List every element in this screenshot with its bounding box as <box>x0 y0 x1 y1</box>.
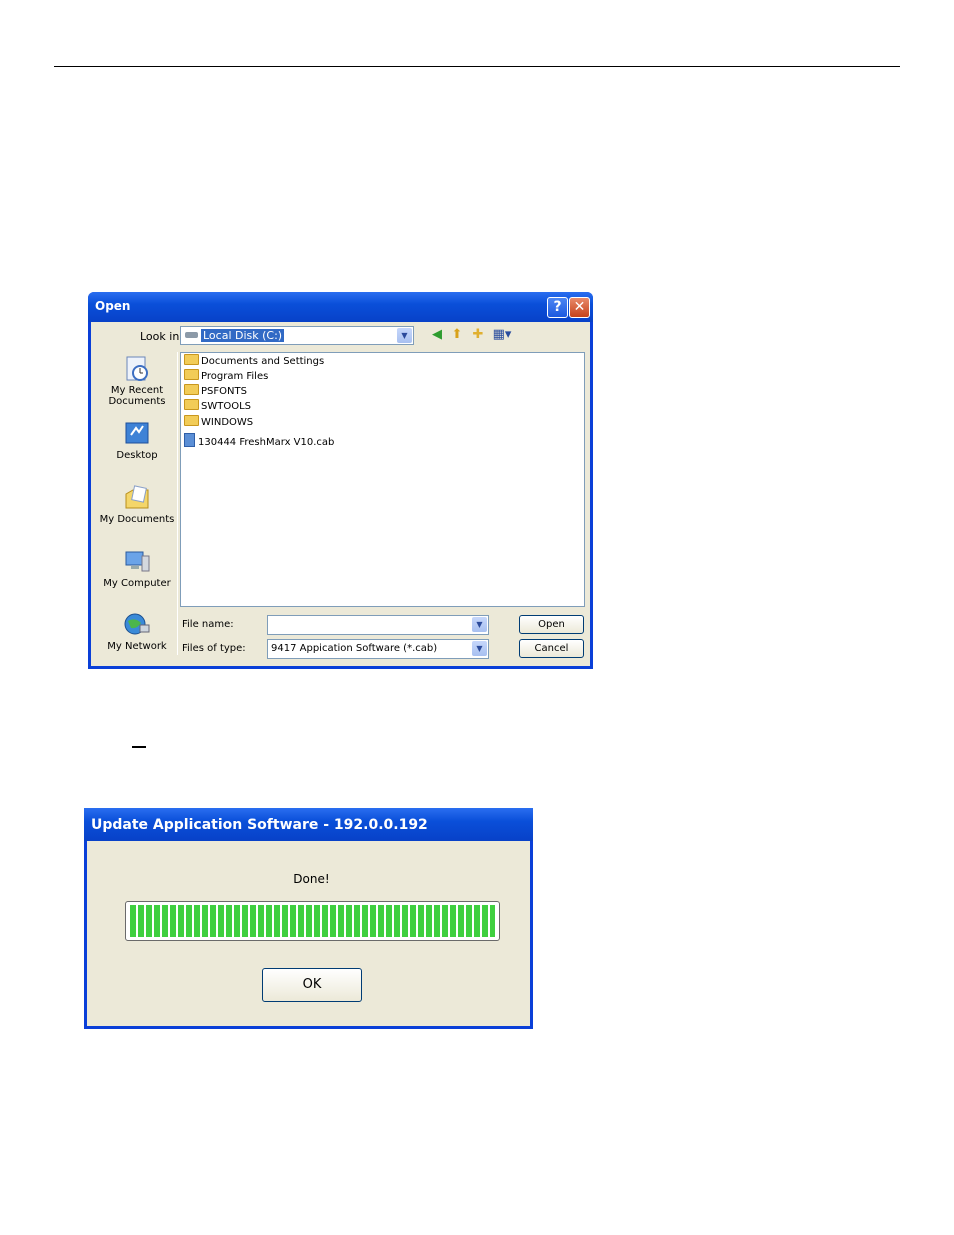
place-label: Desktop <box>116 450 158 461</box>
update-dialog-titlebar[interactable]: Update Application Software - 192.0.0.19… <box>84 808 533 841</box>
files-of-type-select[interactable]: 9417 Appication Software (*.cab) ▼ <box>267 639 489 659</box>
file-name: Program Files <box>201 371 269 382</box>
cab-file-icon <box>184 433 195 447</box>
files-of-type-label: Files of type: <box>182 643 246 654</box>
help-button[interactable]: ? <box>547 297 568 318</box>
update-dialog-title: Update Application Software - 192.0.0.19… <box>91 817 428 833</box>
list-item[interactable]: PSFONTS <box>184 384 247 399</box>
file-name: PSFONTS <box>201 386 247 397</box>
look-in-dropdown[interactable]: Local Disk (C:) ▼ <box>180 326 414 345</box>
place-my-computer[interactable]: My Computer <box>97 548 177 589</box>
open-file-dialog: Open ? ✕ Look in: Local Disk (C:) ▼ ◀ ⬆ … <box>88 292 593 669</box>
update-dialog: Done! OK <box>84 808 533 1029</box>
file-name: WINDOWS <box>201 417 254 428</box>
chevron-down-icon[interactable]: ▼ <box>472 641 487 656</box>
file-name: SWTOOLS <box>201 401 252 412</box>
folder-icon <box>184 354 199 365</box>
local-disk-icon <box>185 332 198 338</box>
file-name: 130444 FreshMarx V10.cab <box>198 437 335 448</box>
status-text: Done! <box>293 872 330 886</box>
new-folder-icon[interactable]: ✚ <box>470 327 486 343</box>
up-folder-icon[interactable]: ⬆ <box>449 327 465 343</box>
file-name-input[interactable]: ▼ <box>267 615 489 635</box>
file-name: Documents and Settings <box>201 356 325 367</box>
chevron-down-icon[interactable]: ▼ <box>472 617 487 632</box>
close-button[interactable]: ✕ <box>569 297 590 318</box>
open-dialog-titlebar[interactable]: Open ? ✕ <box>88 292 593 322</box>
back-icon[interactable]: ◀ <box>429 327 445 343</box>
views-menu-icon[interactable]: ▦▾ <box>491 327 513 343</box>
page-header-rule <box>54 66 900 67</box>
file-name-label: File name: <box>182 619 234 630</box>
place-label: My Computer <box>103 578 171 589</box>
place-my-recent-documents[interactable]: My Recent Documents <box>97 355 177 407</box>
list-item[interactable]: SWTOOLS <box>184 399 251 414</box>
folder-icon <box>184 415 199 426</box>
place-my-network[interactable]: My Network <box>97 611 177 652</box>
ok-button[interactable]: OK <box>262 968 362 1002</box>
place-label: My Documents <box>99 514 175 525</box>
folder-icon <box>184 384 199 395</box>
look-in-label: Look in: <box>140 330 183 343</box>
list-item[interactable]: WINDOWS <box>184 415 253 430</box>
folder-icon <box>184 369 199 380</box>
place-label: My Recent <box>110 385 164 396</box>
place-label: Documents <box>108 396 166 407</box>
list-item[interactable]: 130444 FreshMarx V10.cab <box>184 433 334 448</box>
open-dialog-title: Open <box>95 299 131 313</box>
my-computer-icon <box>123 548 151 576</box>
file-list[interactable]: Documents and Settings Program Files PSF… <box>180 352 585 607</box>
place-desktop[interactable]: Desktop <box>97 420 177 461</box>
place-label: My Network <box>107 641 167 652</box>
progress-bar <box>125 901 500 941</box>
progress-fill <box>130 905 495 937</box>
underscore-mark <box>132 746 146 748</box>
open-button[interactable]: Open <box>519 615 584 634</box>
desktop-icon <box>123 420 151 448</box>
chevron-down-icon[interactable]: ▼ <box>397 328 412 343</box>
folder-icon <box>184 399 199 410</box>
look-in-value: Local Disk (C:) <box>201 329 285 342</box>
files-of-type-value: 9417 Appication Software (*.cab) <box>271 643 438 654</box>
place-my-documents[interactable]: My Documents <box>97 484 177 525</box>
my-documents-icon <box>123 484 151 512</box>
recent-documents-icon <box>123 355 151 383</box>
my-network-icon <box>123 611 151 639</box>
cancel-button[interactable]: Cancel <box>519 639 584 658</box>
list-item[interactable]: Documents and Settings <box>184 354 324 369</box>
open-dialog-body: Look in: Local Disk (C:) ▼ ◀ ⬆ ✚ ▦▾ My R… <box>91 322 590 666</box>
list-item[interactable]: Program Files <box>184 369 268 384</box>
places-bar: My Recent Documents Desktop My Documents <box>97 352 178 655</box>
